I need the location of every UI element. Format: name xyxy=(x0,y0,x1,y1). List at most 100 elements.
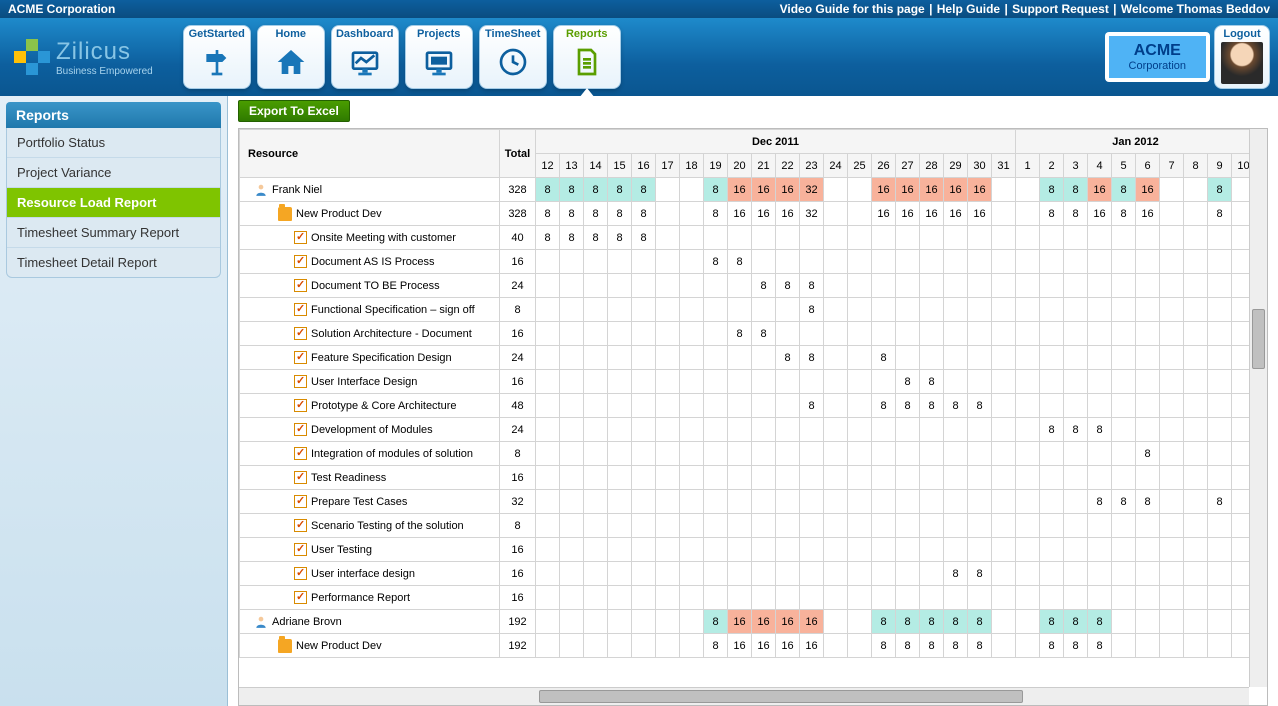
logout-button[interactable]: Logout xyxy=(1214,25,1270,89)
day-cell: 8 xyxy=(1040,610,1064,634)
sidebar-item[interactable]: Timesheet Detail Report xyxy=(7,248,220,277)
resource-cell[interactable]: Adriane Brovn xyxy=(240,610,500,634)
day-cell xyxy=(536,562,560,586)
day-cell xyxy=(1112,634,1136,658)
task-icon xyxy=(294,231,307,244)
grid-row: Solution Architecture - Document1688 xyxy=(240,322,1256,346)
top-bar-links: Video Guide for this page | Help Guide |… xyxy=(780,0,1270,18)
video-guide-link[interactable]: Video Guide for this page xyxy=(780,2,925,16)
day-cell xyxy=(608,610,632,634)
sidebar-item[interactable]: Project Variance xyxy=(7,158,220,188)
day-cell xyxy=(1160,538,1184,562)
day-cell xyxy=(944,322,968,346)
day-cell xyxy=(560,586,584,610)
sidebar-item[interactable]: Portfolio Status xyxy=(7,128,220,158)
sidebar-item[interactable]: Resource Load Report xyxy=(7,188,220,218)
month-header: Jan 2012 xyxy=(1016,130,1256,154)
resource-load-grid: ResourceTotalDec 2011Jan 201212131415161… xyxy=(239,129,1256,658)
resource-cell[interactable]: Solution Architecture - Document xyxy=(240,322,500,346)
welcome-link[interactable]: Welcome Thomas Beddov xyxy=(1121,2,1270,16)
grid-scroll[interactable]: ResourceTotalDec 2011Jan 201212131415161… xyxy=(239,129,1267,705)
help-guide-link[interactable]: Help Guide xyxy=(937,2,1000,16)
nav-reports[interactable]: Reports xyxy=(553,25,621,89)
day-cell xyxy=(1088,322,1112,346)
resource-cell[interactable]: Document TO BE Process xyxy=(240,274,500,298)
resource-cell[interactable]: User Testing xyxy=(240,538,500,562)
day-cell xyxy=(752,562,776,586)
nav-getstarted[interactable]: GetStarted xyxy=(183,25,251,89)
day-cell xyxy=(680,322,704,346)
day-cell: 8 xyxy=(968,610,992,634)
day-cell xyxy=(536,370,560,394)
resource-cell[interactable]: Scenario Testing of the solution xyxy=(240,514,500,538)
day-cell: 8 xyxy=(776,274,800,298)
day-cell xyxy=(584,250,608,274)
day-cell: 8 xyxy=(896,394,920,418)
resource-cell[interactable]: Feature Specification Design xyxy=(240,346,500,370)
day-cell xyxy=(1160,178,1184,202)
resource-cell[interactable]: Onsite Meeting with customer xyxy=(240,226,500,250)
resource-cell[interactable]: Document AS IS Process xyxy=(240,250,500,274)
day-cell xyxy=(1088,538,1112,562)
resource-cell[interactable]: User interface design xyxy=(240,562,500,586)
total-cell: 8 xyxy=(500,298,536,322)
day-cell xyxy=(1040,322,1064,346)
day-cell: 8 xyxy=(968,394,992,418)
sidebar-item[interactable]: Timesheet Summary Report xyxy=(7,218,220,248)
day-cell: 8 xyxy=(608,226,632,250)
day-cell xyxy=(1160,298,1184,322)
nav-home[interactable]: Home xyxy=(257,25,325,89)
day-cell xyxy=(584,322,608,346)
day-cell xyxy=(1016,514,1040,538)
day-cell xyxy=(824,346,848,370)
day-cell xyxy=(1112,370,1136,394)
resource-cell[interactable]: Functional Specification – sign off xyxy=(240,298,500,322)
nav-timesheet[interactable]: TimeSheet xyxy=(479,25,547,89)
resource-cell[interactable]: Development of Modules xyxy=(240,418,500,442)
day-cell xyxy=(704,394,728,418)
total-cell: 24 xyxy=(500,274,536,298)
resource-cell[interactable]: Performance Report xyxy=(240,586,500,610)
resource-cell[interactable]: Prepare Test Cases xyxy=(240,490,500,514)
day-cell xyxy=(704,562,728,586)
resource-cell[interactable]: Prototype & Core Architecture xyxy=(240,394,500,418)
day-cell xyxy=(1064,322,1088,346)
support-link[interactable]: Support Request xyxy=(1012,2,1109,16)
day-cell xyxy=(896,418,920,442)
day-cell xyxy=(680,562,704,586)
day-cell xyxy=(656,442,680,466)
day-cell xyxy=(1184,442,1208,466)
day-cell xyxy=(920,442,944,466)
day-cell xyxy=(776,226,800,250)
day-cell xyxy=(920,250,944,274)
vertical-scrollbar[interactable] xyxy=(1249,129,1267,687)
task-icon xyxy=(294,303,307,316)
day-cell xyxy=(1184,202,1208,226)
day-cell: 8 xyxy=(1088,418,1112,442)
resource-cell[interactable]: New Product Dev xyxy=(240,634,500,658)
resource-cell[interactable]: Frank Niel xyxy=(240,178,500,202)
resource-cell[interactable]: Test Readiness xyxy=(240,466,500,490)
nav-dashboard[interactable]: Dashboard xyxy=(331,25,399,89)
day-cell xyxy=(1088,394,1112,418)
export-button[interactable]: Export To Excel xyxy=(238,100,350,122)
day-cell xyxy=(1136,538,1160,562)
day-cell xyxy=(1040,370,1064,394)
day-cell xyxy=(1160,322,1184,346)
resource-cell[interactable]: New Product Dev xyxy=(240,202,500,226)
day-cell: 8 xyxy=(1040,418,1064,442)
day-cell xyxy=(872,250,896,274)
total-cell: 328 xyxy=(500,178,536,202)
resource-cell[interactable]: Integration of modules of solution xyxy=(240,442,500,466)
nav-projects[interactable]: Projects xyxy=(405,25,473,89)
resource-cell[interactable]: User Interface Design xyxy=(240,370,500,394)
day-cell xyxy=(1088,442,1112,466)
day-header: 15 xyxy=(608,154,632,178)
horizontal-scrollbar[interactable] xyxy=(239,687,1249,705)
day-cell xyxy=(800,250,824,274)
total-header: Total xyxy=(500,130,536,178)
day-cell xyxy=(1112,610,1136,634)
day-cell xyxy=(1184,226,1208,250)
day-cell: 16 xyxy=(968,178,992,202)
day-cell xyxy=(1016,634,1040,658)
